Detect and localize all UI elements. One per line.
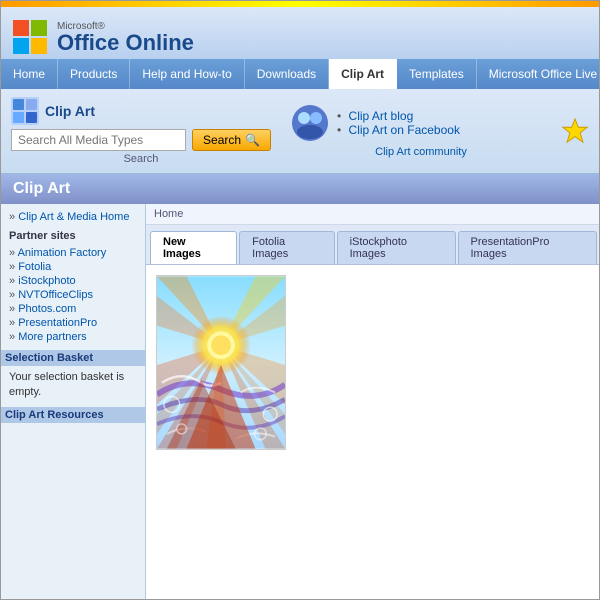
nav-help[interactable]: Help and How-to xyxy=(130,59,244,89)
sidebar-link-animation[interactable]: Animation Factory xyxy=(9,246,137,260)
header: Microsoft® Office Online xyxy=(1,7,599,59)
community-link-facebook: • Clip Art on Facebook xyxy=(337,123,460,137)
browser-frame: Microsoft® Office Online Home Products H… xyxy=(0,0,600,600)
tabs-row: New Images Fotolia Images iStockphoto Im… xyxy=(146,225,599,265)
search-row: Search 🔍 xyxy=(11,129,271,151)
breadcrumb: Home xyxy=(146,204,599,225)
clipart-toolbar-icon xyxy=(11,97,39,125)
main-content: Clip Art & Media Home Partner sites Anim… xyxy=(1,204,599,600)
clip-art-facebook-link[interactable]: Clip Art on Facebook xyxy=(349,123,460,137)
sidebar-link-presentationpro[interactable]: PresentationPro xyxy=(9,316,137,330)
sidebar-resources-title: Clip Art Resources xyxy=(1,407,145,423)
nav-home[interactable]: Home xyxy=(1,59,58,89)
nav-clipart[interactable]: Clip Art xyxy=(329,59,397,89)
sidebar-partner-title: Partner sites xyxy=(9,230,137,242)
nav-downloads[interactable]: Downloads xyxy=(245,59,329,89)
toolbar-right: • Clip Art blog • Clip Art on Facebook C… xyxy=(281,104,551,158)
clip-art-thumbnail[interactable] xyxy=(156,275,286,450)
star-icon xyxy=(561,117,589,145)
sidebar: Clip Art & Media Home Partner sites Anim… xyxy=(1,204,146,600)
office-logo-icon xyxy=(11,18,49,56)
search-label: Search xyxy=(11,153,271,165)
clip-art-blog-link[interactable]: Clip Art blog xyxy=(349,109,414,123)
search-icon: 🔍 xyxy=(245,133,260,147)
sidebar-link-morepartners[interactable]: More partners xyxy=(9,330,137,344)
content-area: Home New Images Fotolia Images iStockpho… xyxy=(146,204,599,600)
sidebar-link-fotolia[interactable]: Fotolia xyxy=(9,260,137,274)
sidebar-link-nvtoffice[interactable]: NVTOfficeClips xyxy=(9,288,137,302)
nav-bar: Home Products Help and How-to Downloads … xyxy=(1,59,599,89)
toolbar-left: Clip Art Search 🔍 Search xyxy=(11,97,271,165)
logo-office: Office Online xyxy=(57,32,194,54)
toolbar-section-label: Clip Art xyxy=(45,103,95,119)
sidebar-selection-basket-title: Selection Basket xyxy=(1,350,145,366)
toolbar: Clip Art Search 🔍 Search xyxy=(1,89,599,174)
nav-products[interactable]: Products xyxy=(58,59,130,89)
community-link-blog: • Clip Art blog xyxy=(337,109,460,123)
sidebar-link-photos[interactable]: Photos.com xyxy=(9,302,137,316)
community-icon xyxy=(291,104,329,142)
sidebar-basket-text: Your selection basket is empty. xyxy=(9,370,137,401)
nav-officelive[interactable]: Microsoft Office Live xyxy=(477,59,600,89)
image-grid xyxy=(146,265,599,600)
toolbar-label-row: Clip Art xyxy=(11,97,271,125)
nav-templates[interactable]: Templates xyxy=(397,59,477,89)
page-title-bar: Clip Art xyxy=(1,174,599,204)
tab-istockphoto[interactable]: iStockphoto Images xyxy=(337,231,456,264)
tab-presentationpro[interactable]: PresentationPro Images xyxy=(458,231,598,264)
logo-text: Microsoft® Office Online xyxy=(57,21,194,54)
sidebar-link-istockphoto[interactable]: iStockphoto xyxy=(9,274,137,288)
community-label: Clip Art community xyxy=(291,146,551,158)
tab-fotolia[interactable]: Fotolia Images xyxy=(239,231,334,264)
community-links: • Clip Art blog • Clip Art on Facebook xyxy=(337,109,460,137)
search-button[interactable]: Search 🔍 xyxy=(192,129,271,151)
toolbar-community-row: • Clip Art blog • Clip Art on Facebook xyxy=(291,104,460,142)
page-title: Clip Art xyxy=(13,180,70,197)
sidebar-link-media-home[interactable]: Clip Art & Media Home xyxy=(9,210,137,224)
tab-new-images[interactable]: New Images xyxy=(150,231,237,264)
search-input[interactable] xyxy=(11,129,186,151)
